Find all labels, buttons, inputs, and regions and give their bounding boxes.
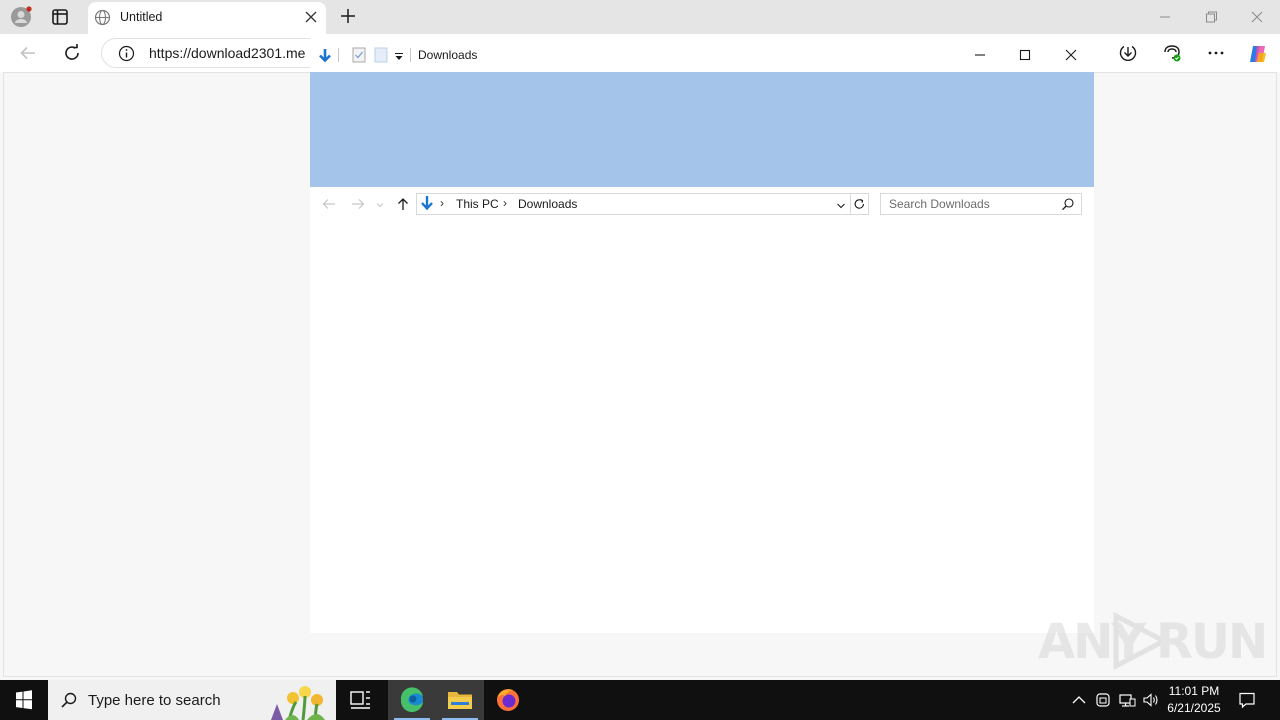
- watermark-text-right: RUN: [1156, 614, 1268, 670]
- restore-icon[interactable]: [1201, 7, 1221, 27]
- window-title: Downloads: [418, 48, 478, 62]
- recent-locations-icon[interactable]: [375, 199, 391, 215]
- url-text[interactable]: https://download2301.me: [149, 45, 305, 61]
- downloads-icon[interactable]: [1118, 43, 1138, 63]
- explorer-title-bar: Downloads: [310, 38, 1094, 72]
- separator: [338, 48, 339, 62]
- plus-icon[interactable]: [339, 7, 357, 25]
- maximize-icon[interactable]: [1016, 46, 1034, 64]
- close-icon[interactable]: [1062, 46, 1080, 64]
- search-icon: [60, 691, 78, 709]
- globe-icon: [94, 9, 111, 26]
- profile-icon[interactable]: [10, 6, 32, 28]
- refresh-icon[interactable]: [62, 43, 82, 63]
- tab-actions-icon[interactable]: [51, 8, 69, 26]
- breadcrumb-separator: ›: [440, 196, 444, 210]
- search-input[interactable]: [881, 194, 1056, 214]
- clock-time: 11:01 PM: [1168, 684, 1220, 698]
- firefox-icon[interactable]: [484, 680, 532, 720]
- more-icon[interactable]: [1206, 43, 1226, 63]
- search-field[interactable]: [880, 193, 1082, 215]
- edge-icon[interactable]: [388, 680, 436, 720]
- new-folder-icon[interactable]: [374, 47, 388, 66]
- volume-icon[interactable]: [1142, 691, 1160, 709]
- address-bar[interactable]: › This PC › Downloads: [416, 193, 851, 215]
- breadcrumb-downloads[interactable]: Downloads: [518, 197, 577, 211]
- taskbar-search-placeholder: Type here to search: [88, 692, 221, 709]
- task-view-icon[interactable]: [336, 680, 384, 720]
- forward-arrow-icon[interactable]: [350, 196, 366, 212]
- taskbar: Type here to search 11:01 PM 6/21/2025: [0, 680, 1280, 720]
- close-icon[interactable]: [304, 10, 318, 24]
- customize-toolbar-icon[interactable]: [394, 51, 404, 65]
- back-arrow-icon[interactable]: [321, 196, 337, 212]
- tab-title: Untitled: [120, 10, 163, 24]
- extensions-icon[interactable]: [1162, 43, 1182, 63]
- show-hidden-icons-icon[interactable]: [1070, 691, 1088, 709]
- info-icon[interactable]: [118, 45, 135, 62]
- meet-now-icon[interactable]: [1094, 691, 1112, 709]
- refresh-icon[interactable]: [850, 193, 869, 215]
- downloads-folder-icon: [316, 47, 334, 68]
- properties-icon[interactable]: [352, 47, 366, 66]
- breadcrumb-separator: ›: [503, 196, 507, 210]
- active-tab[interactable]: Untitled: [88, 2, 326, 34]
- windows-logo-icon[interactable]: [0, 680, 48, 720]
- file-explorer-icon[interactable]: [436, 680, 484, 720]
- separator: [410, 48, 411, 62]
- minimize-icon[interactable]: [1155, 7, 1175, 27]
- browser-tab-strip: Untitled: [0, 0, 1280, 34]
- back-arrow-icon[interactable]: [18, 43, 38, 63]
- chevron-down-icon[interactable]: [836, 200, 846, 210]
- minimize-icon[interactable]: [971, 46, 989, 64]
- downloads-icon: [419, 195, 435, 213]
- notifications-icon[interactable]: [1237, 690, 1257, 710]
- system-clock[interactable]: 11:01 PM 6/21/2025: [1160, 683, 1228, 717]
- search-icon[interactable]: [1061, 197, 1075, 211]
- network-icon[interactable]: [1118, 691, 1136, 709]
- taskbar-search[interactable]: Type here to search: [48, 680, 336, 720]
- copilot-icon[interactable]: [1247, 43, 1267, 63]
- explorer-ribbon: [310, 72, 1094, 187]
- breadcrumb-this-pc[interactable]: This PC: [456, 197, 499, 211]
- close-window-icon[interactable]: [1247, 7, 1267, 27]
- up-arrow-icon[interactable]: [395, 196, 411, 212]
- clock-date: 6/21/2025: [1167, 701, 1221, 715]
- anyrun-watermark: ANY RUN: [1038, 610, 1268, 672]
- explorer-content: › This PC › Downloads: [310, 187, 1094, 633]
- search-highlight-illustration: [263, 682, 335, 720]
